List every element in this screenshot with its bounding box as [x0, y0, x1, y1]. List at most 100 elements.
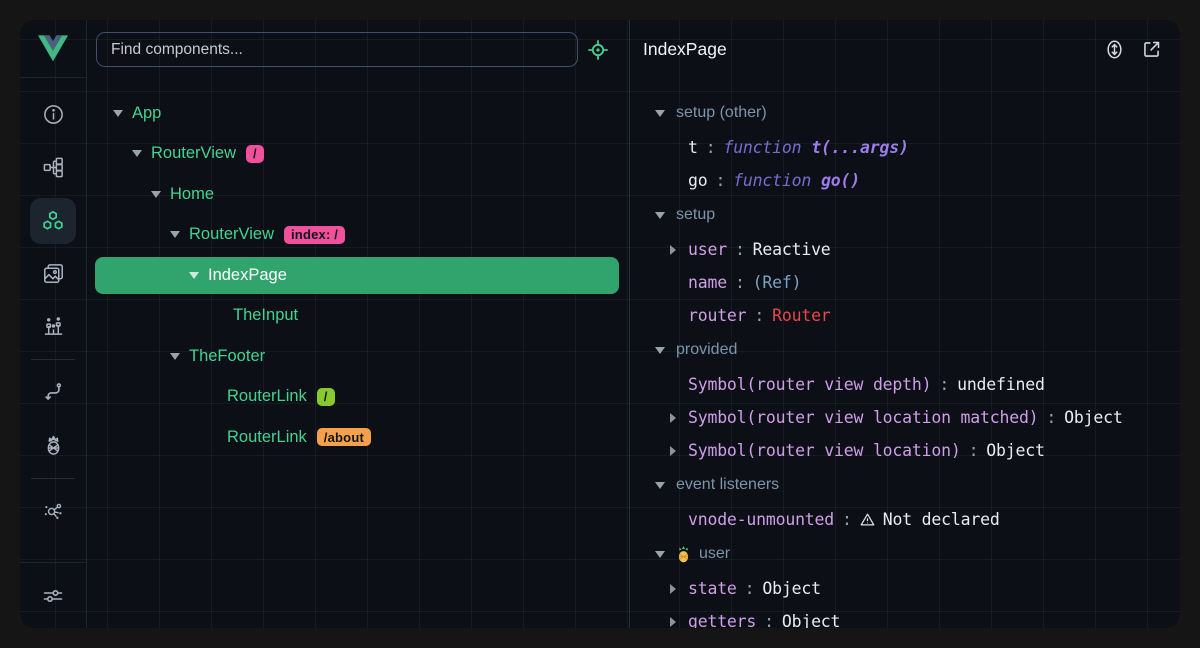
tree-row-thefooter[interactable]: TheFooter: [87, 336, 629, 377]
function-keyword: function: [723, 138, 801, 157]
tree-header: [87, 20, 629, 78]
chevron-down-icon[interactable]: [170, 231, 189, 238]
function-signature: go(): [821, 171, 860, 190]
section-setup[interactable]: setup: [631, 197, 1180, 233]
property-key: t: [688, 138, 698, 157]
section-label: event listeners: [676, 476, 779, 494]
inspector-header: IndexPage: [631, 20, 1180, 78]
inspector-row-getters[interactable]: getters: Object: [631, 605, 1180, 628]
tree-row-routerview[interactable]: RouterView /: [87, 134, 629, 175]
sidebar-item-graph[interactable]: [27, 485, 80, 538]
inspector-row-symbol-matched[interactable]: Symbol(router view location matched): Ob…: [631, 401, 1180, 434]
open-in-editor-button[interactable]: [1141, 39, 1162, 60]
inspector-row-t[interactable]: t: function t(...args): [631, 131, 1180, 164]
chevron-right-icon[interactable]: [670, 446, 688, 456]
tree-row-routerlink-about[interactable]: RouterLink /about: [87, 417, 629, 458]
vue-logo: [20, 20, 86, 78]
section-event-listeners[interactable]: event listeners: [631, 467, 1180, 503]
pinia-icon: [42, 434, 65, 457]
sidebar: [20, 20, 87, 628]
chevron-down-icon: [655, 110, 676, 117]
tree-row-routerlink-home[interactable]: RouterLink /: [87, 377, 629, 418]
function-keyword: function: [733, 171, 811, 190]
property-value: Object: [1064, 408, 1122, 427]
function-signature: t(...args): [811, 138, 908, 157]
timeline-icon: [42, 315, 65, 338]
chevron-down-icon[interactable]: [170, 353, 189, 360]
component-label: IndexPage: [208, 266, 287, 285]
chevron-right-icon[interactable]: [670, 245, 688, 255]
component-label: RouterLink: [227, 428, 307, 447]
tree-row-app[interactable]: App: [87, 93, 629, 134]
tree-row-theinput[interactable]: TheInput: [87, 296, 629, 337]
info-icon: [42, 103, 65, 126]
sidebar-item-timeline[interactable]: [27, 300, 80, 353]
chevron-right-icon[interactable]: [670, 413, 688, 423]
tree-row-indexpage-selected[interactable]: IndexPage: [95, 257, 619, 294]
sidebar-item-overview[interactable]: [27, 88, 80, 141]
component-tree: App RouterView / Home RouterView index: …: [87, 78, 629, 458]
component-label: TheFooter: [189, 347, 265, 366]
pinia-store-icon: [676, 546, 691, 563]
property-value: undefined: [957, 375, 1045, 394]
scroll-to-component-button[interactable]: [1103, 38, 1126, 61]
assets-icon: [42, 262, 65, 285]
inspector-actions: [1103, 20, 1162, 78]
section-label: setup (other): [676, 104, 767, 122]
component-label: TheInput: [233, 306, 298, 325]
inspector-panel: IndexPage setup (other) t: function t(..…: [631, 20, 1180, 628]
property-key: getters: [688, 612, 756, 628]
external-link-icon: [1141, 39, 1162, 60]
inspector-row-symbol-depth[interactable]: Symbol(router view depth): undefined: [631, 368, 1180, 401]
property-key: vnode-unmounted: [688, 510, 834, 529]
property-key: user: [688, 240, 727, 259]
sidebar-item-router[interactable]: [27, 366, 80, 419]
route-badge: /about: [317, 428, 371, 446]
tree-row-home[interactable]: Home: [87, 174, 629, 215]
section-label: setup: [676, 206, 715, 224]
section-provided[interactable]: provided: [631, 332, 1180, 368]
inspector-row-symbol-location[interactable]: Symbol(router view location): Object: [631, 434, 1180, 467]
property-value: Object: [986, 441, 1044, 460]
property-key: Symbol(router view location): [688, 441, 961, 460]
sidebar-item-assets[interactable]: [27, 247, 80, 300]
inspector-row-state[interactable]: state: Object: [631, 572, 1180, 605]
section-pinia-user[interactable]: user: [631, 536, 1180, 572]
search-input[interactable]: [96, 32, 578, 67]
chevron-down-icon[interactable]: [189, 272, 208, 279]
tree-row-routerview-index[interactable]: RouterView index: /: [87, 215, 629, 256]
sidebar-nav: [20, 78, 86, 562]
inspector-row-vnode-unmounted[interactable]: vnode-unmounted: Not declared: [631, 503, 1180, 536]
route-badge: /: [317, 388, 335, 406]
sidebar-item-settings[interactable]: [20, 562, 86, 628]
scroll-icon: [1103, 38, 1126, 61]
chevron-right-icon[interactable]: [670, 584, 688, 594]
chevron-down-icon[interactable]: [113, 110, 132, 117]
section-label: provided: [676, 341, 737, 359]
component-label: RouterLink: [227, 387, 307, 406]
chevron-down-icon: [655, 347, 676, 354]
component-label: RouterView: [189, 225, 274, 244]
chevron-right-icon[interactable]: [670, 617, 688, 627]
inspector-row-router[interactable]: router: Router: [631, 299, 1180, 332]
inspector-row-user[interactable]: user: Reactive: [631, 233, 1180, 266]
property-key: state: [688, 579, 737, 598]
inspect-element-button[interactable]: [585, 37, 611, 63]
component-label: Home: [170, 185, 214, 204]
inspector-row-name[interactable]: name: (Ref): [631, 266, 1180, 299]
sidebar-item-pinia[interactable]: [27, 419, 80, 472]
sidebar-item-pages[interactable]: [27, 141, 80, 194]
sidebar-item-components[interactable]: [27, 194, 80, 247]
router-icon: [42, 381, 65, 404]
chevron-down-icon[interactable]: [132, 150, 151, 157]
chevron-down-icon[interactable]: [151, 191, 170, 198]
inspector-row-go[interactable]: go: function go(): [631, 164, 1180, 197]
components-icon: [30, 198, 76, 244]
property-value: (Ref): [753, 273, 802, 292]
property-key: go: [688, 171, 707, 190]
section-setup-other[interactable]: setup (other): [631, 95, 1180, 131]
property-value: Reactive: [753, 240, 831, 259]
inspector-title: IndexPage: [643, 20, 727, 78]
property-key: name: [688, 273, 727, 292]
target-icon: [586, 38, 610, 62]
